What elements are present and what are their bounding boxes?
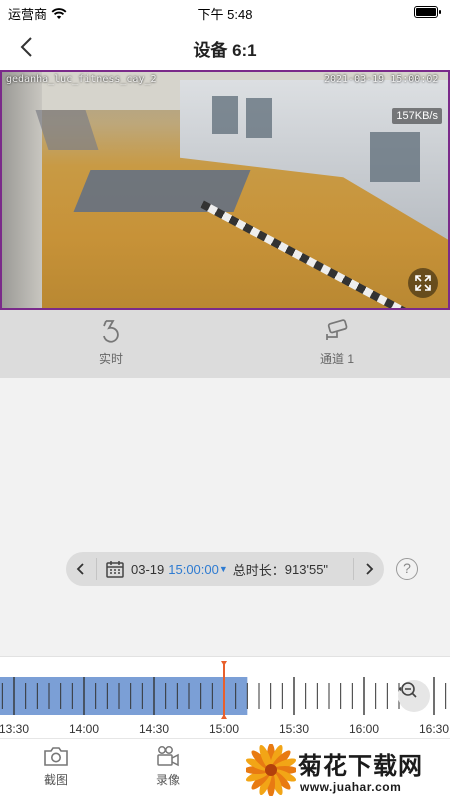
- video-player[interactable]: gedanha_luc_fitness_cay_2 2021-03-19 15:…: [0, 70, 450, 310]
- camera-icon: [44, 747, 68, 766]
- zoom-button[interactable]: [398, 680, 430, 712]
- timeline-tick-label: 16:30: [419, 722, 449, 736]
- timeline-tick-label: 16:00: [349, 722, 379, 736]
- video-scene-window: [370, 132, 420, 182]
- playhead-top-marker: [221, 661, 227, 666]
- video-osd-name: gedanha_luc_fitness_cay_2: [6, 74, 157, 85]
- expand-icon: [415, 275, 431, 291]
- video-camera-icon: [157, 746, 179, 767]
- channel-button[interactable]: 通道 1: [282, 318, 392, 367]
- video-scene-stripe: [200, 200, 434, 308]
- duration-label: 总时长：: [232, 562, 285, 578]
- chevron-right-icon: [366, 563, 374, 575]
- record-button[interactable]: 录像: [138, 745, 198, 788]
- cctv-camera-icon: [326, 319, 348, 340]
- chevron-left-icon: [76, 563, 84, 575]
- bottom-toolbar: 截图 录像: [0, 738, 450, 800]
- status-bar: 运营商 下午 5:48: [0, 0, 450, 24]
- battery-icon: [414, 6, 441, 18]
- timeline-tick-label: 14:30: [139, 722, 169, 736]
- timeline-tick-label: 14:00: [69, 722, 99, 736]
- video-scene-window: [246, 98, 272, 138]
- status-time: 下午 5:48: [197, 7, 253, 22]
- timeline-tick-label: 15:00: [209, 722, 239, 736]
- playback-time-dropdown[interactable]: 15:00:00: [168, 562, 219, 577]
- timeline-tick-label: 13:30: [0, 722, 29, 736]
- record-label: 录像: [155, 773, 180, 787]
- realtime-button[interactable]: 实时: [56, 318, 166, 367]
- video-osd-timestamp: 2021-03-19 15:00:02: [324, 74, 439, 85]
- next-day-button[interactable]: [354, 552, 384, 586]
- calendar-icon[interactable]: [105, 559, 125, 579]
- video-scene-pillar: [2, 72, 42, 308]
- playback-date: 03-19: [131, 561, 165, 577]
- zoom-out-icon: [398, 682, 417, 698]
- realtime-label: 实时: [98, 352, 123, 366]
- screenshot-label: 截图: [43, 773, 68, 787]
- nav-bar: 设备 6:1: [0, 24, 450, 70]
- help-icon[interactable]: ?: [396, 558, 418, 580]
- timeline[interactable]: 13:30 14:00 14:30 15:00 15:30 16:00 16:30: [0, 656, 450, 738]
- previous-day-button[interactable]: [66, 552, 96, 586]
- video-scene-mat: [73, 170, 251, 212]
- video-scene-window: [212, 96, 238, 134]
- mode-bar: 实时 通道 1: [0, 310, 450, 378]
- timeline-ruler[interactable]: 13:30 14:00 14:30 15:00 15:30 16:00 16:30: [0, 657, 450, 739]
- channel-label: 通道 1: [319, 352, 354, 366]
- replay-icon: [103, 320, 119, 343]
- page-title: 设备 6:1: [193, 41, 257, 60]
- caret-down-icon: ▼: [218, 564, 228, 574]
- fullscreen-button[interactable]: [408, 268, 438, 298]
- playback-time-selector: 03-19 15:00:00 ▼ 总时长： 913'55": [66, 552, 384, 586]
- timeline-tick-label: 15:30: [279, 722, 309, 736]
- bitrate-badge: 157KB/s: [392, 108, 442, 124]
- divider: [96, 558, 97, 580]
- screenshot-button[interactable]: 截图: [26, 745, 86, 788]
- duration-value: 913'55": [284, 561, 329, 577]
- video-scene-ramp: [35, 110, 99, 150]
